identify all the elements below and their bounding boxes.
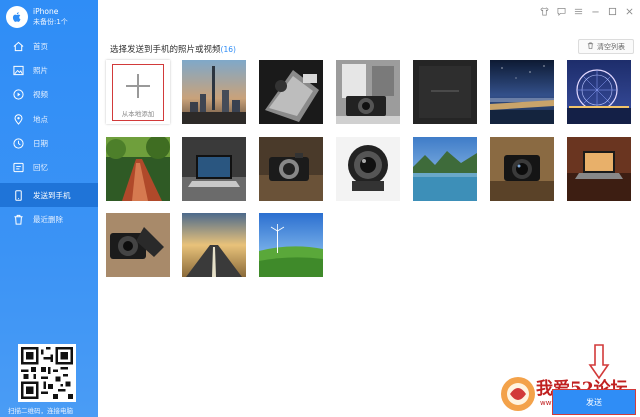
photo-thumbnail[interactable] [413,60,477,124]
sidebar: iPhone 未备份:1个 首页 照片 视频 地点 日期 回忆 发送到手机 最近… [0,0,98,417]
device-info[interactable]: iPhone 未备份:1个 [6,4,68,30]
photo-thumbnail[interactable] [413,137,477,201]
sidebar-item-label: 最近删除 [33,214,63,224]
sidebar-item-memories[interactable]: 回忆 [0,155,98,179]
sidebar-item-label: 发送到手机 [33,190,71,200]
photo-thumbnail[interactable] [259,137,323,201]
sidebar-item-label: 回忆 [33,162,48,172]
clock-icon [12,137,24,149]
sidebar-item-places[interactable]: 地点 [0,107,98,131]
qr-code [18,344,76,402]
send-button-label: 发送 [586,397,602,407]
main-panel: 选择发送到手机的照片或视频(16) 清空列表 从本地添加 发送 [98,0,640,417]
maximize-icon[interactable] [607,6,617,16]
device-name: iPhone [33,7,59,16]
send-button[interactable]: 发送 [552,389,636,415]
sidebar-item-label: 地点 [33,114,48,124]
sidebar-item-videos[interactable]: 视频 [0,82,98,106]
menu-icon[interactable] [573,6,583,16]
page-title: 选择发送到手机的照片或视频(16) [110,43,236,55]
sidebar-item-label: 视频 [33,89,48,99]
photo-thumbnail[interactable] [182,60,246,124]
trash-icon [587,42,594,51]
home-icon [12,40,24,52]
sidebar-item-recently-deleted[interactable]: 最近删除 [0,207,98,231]
sidebar-item-home[interactable]: 首页 [0,34,98,58]
arrow-down-icon [588,344,610,380]
location-icon [12,113,24,125]
photo-thumbnail[interactable] [182,213,246,277]
photo-thumbnail[interactable] [182,137,246,201]
add-from-local-button[interactable]: 从本地添加 [106,60,170,124]
sidebar-item-photos[interactable]: 照片 [0,58,98,82]
sidebar-item-label: 首页 [33,41,48,51]
photo-thumbnail[interactable] [259,60,323,124]
clear-list-label: 清空列表 [597,42,625,51]
photo-thumbnail[interactable] [567,137,631,201]
photo-thumbnail[interactable] [567,60,631,124]
video-icon [12,88,24,100]
photo-thumbnail[interactable] [336,137,400,201]
item-count: (16) [220,45,236,54]
shirt-icon[interactable] [539,6,549,16]
chat-icon[interactable] [556,6,566,16]
phone-icon [12,189,24,201]
photo-thumbnail[interactable] [259,213,323,277]
photo-thumbnail[interactable] [106,137,170,201]
close-icon[interactable] [624,6,634,16]
trash-icon [12,213,24,225]
photo-icon [12,64,24,76]
photo-thumbnail[interactable] [490,137,554,201]
memory-icon [12,161,24,173]
sidebar-item-send-to-phone[interactable]: 发送到手机 [0,183,98,207]
watermark-logo-icon [501,377,535,411]
qr-caption: 扫描二维码，连接电脑 [8,407,73,415]
minimize-icon[interactable] [590,6,600,16]
sidebar-item-label: 日期 [33,138,48,148]
window-controls [539,6,634,16]
photo-thumbnail[interactable] [490,60,554,124]
clear-list-button[interactable]: 清空列表 [578,39,634,54]
sidebar-item-label: 照片 [33,65,48,75]
photo-thumbnail[interactable] [106,213,170,277]
plus-icon [126,74,150,98]
apple-logo-icon [6,6,28,28]
page-title-text: 选择发送到手机的照片或视频 [110,45,221,55]
photo-thumbnail[interactable] [336,60,400,124]
backup-status: 未备份:1个 [33,18,68,26]
sidebar-item-dates[interactable]: 日期 [0,131,98,155]
add-from-local-label: 从本地添加 [121,110,155,118]
